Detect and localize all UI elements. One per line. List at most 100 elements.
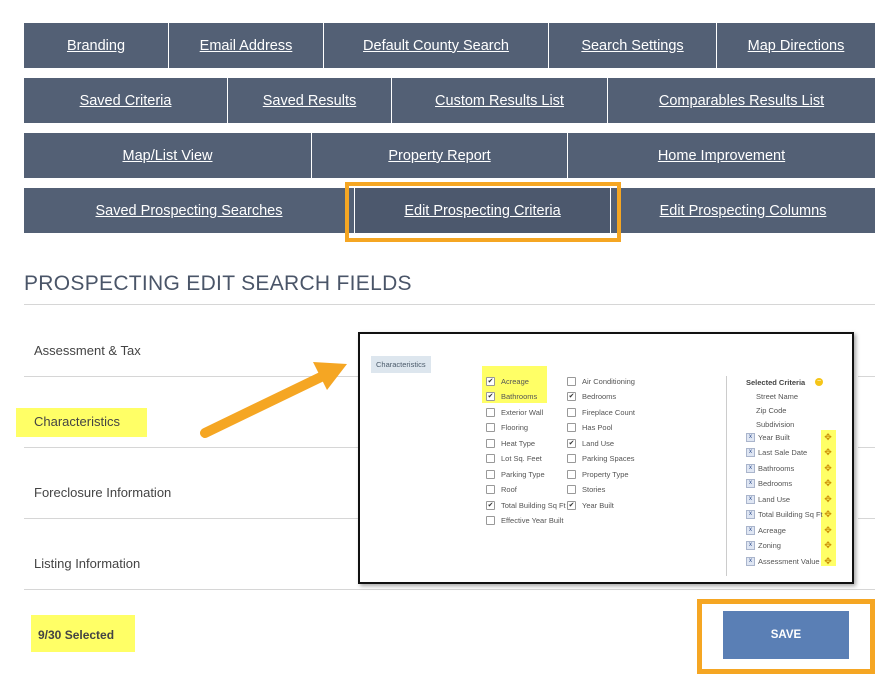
nav-saved-criteria[interactable]: Saved Criteria bbox=[24, 78, 228, 123]
checkbox-icon bbox=[567, 377, 576, 386]
criteria-air-conditioning[interactable]: Air Conditioning bbox=[567, 377, 635, 386]
selected-criteria-title: Selected Criteria bbox=[746, 378, 806, 387]
category-divider bbox=[24, 518, 358, 519]
checkbox-icon: ✔ bbox=[567, 439, 576, 448]
selected-item-bathrooms: x Bathrooms bbox=[746, 464, 794, 473]
selected-item-bedrooms: x Bedrooms bbox=[746, 479, 792, 488]
page-title: PROSPECTING EDIT SEARCH FIELDS bbox=[24, 272, 412, 295]
annotation-arrow-icon bbox=[200, 362, 347, 438]
criteria-parking-type[interactable]: Parking Type bbox=[486, 470, 545, 479]
nav-property-report[interactable]: Property Report bbox=[312, 133, 568, 178]
criteria-roof[interactable]: Roof bbox=[486, 485, 517, 494]
nav-row-2: Saved Criteria Saved Results Custom Resu… bbox=[24, 78, 875, 123]
remove-icon[interactable]: x bbox=[746, 433, 755, 442]
checkbox-icon bbox=[567, 454, 576, 463]
checkbox-icon bbox=[486, 485, 495, 494]
selected-fixed-item: Subdivision bbox=[756, 420, 795, 429]
checkbox-icon bbox=[486, 454, 495, 463]
criteria-heat-type[interactable]: Heat Type bbox=[486, 439, 535, 448]
checkbox-icon bbox=[486, 423, 495, 432]
nav-search-settings[interactable]: Search Settings bbox=[549, 23, 717, 68]
checkbox-icon bbox=[486, 408, 495, 417]
save-button[interactable]: SAVE bbox=[723, 611, 849, 659]
column-divider bbox=[726, 376, 727, 576]
remove-icon[interactable]: x bbox=[746, 479, 755, 488]
nav-edit-prospecting-criteria[interactable]: Edit Prospecting Criteria bbox=[355, 188, 611, 233]
criteria-lot-sq-feet[interactable]: Lot Sq. Feet bbox=[486, 454, 542, 463]
drag-handle-icon[interactable]: ✥ bbox=[823, 524, 833, 536]
category-divider bbox=[858, 376, 875, 377]
nav-map-directions[interactable]: Map Directions bbox=[717, 23, 875, 68]
criteria-parking-spaces[interactable]: Parking Spaces bbox=[567, 454, 635, 463]
selected-item-zoning: x Zoning bbox=[746, 541, 781, 550]
selected-item-acreage: x Acreage bbox=[746, 526, 786, 535]
checkbox-icon bbox=[567, 423, 576, 432]
nav-saved-results[interactable]: Saved Results bbox=[228, 78, 392, 123]
criteria-bathrooms[interactable]: ✔ Bathrooms bbox=[486, 392, 537, 401]
checkbox-icon: ✔ bbox=[486, 377, 495, 386]
selected-item-assessment-value: x Assessment Value bbox=[746, 557, 820, 566]
nav-default-county-search[interactable]: Default County Search bbox=[324, 23, 549, 68]
checkbox-icon: ✔ bbox=[567, 392, 576, 401]
criteria-effective-year-built[interactable]: Effective Year Built bbox=[486, 516, 563, 525]
heading-divider bbox=[24, 304, 875, 305]
remove-icon[interactable]: x bbox=[746, 526, 755, 535]
category-foreclosure-information[interactable]: Foreclosure Information bbox=[34, 485, 171, 500]
drag-handle-icon[interactable]: ✥ bbox=[823, 555, 833, 567]
selected-fixed-item: Zip Code bbox=[756, 406, 787, 415]
criteria-year-built[interactable]: ✔ Year Built bbox=[567, 501, 614, 510]
nav-branding[interactable]: Branding bbox=[24, 23, 169, 68]
category-divider bbox=[858, 447, 875, 448]
nav-email-address[interactable]: Email Address bbox=[169, 23, 324, 68]
remove-icon[interactable]: x bbox=[746, 541, 755, 550]
nav-comparables-results-list[interactable]: Comparables Results List bbox=[608, 78, 875, 123]
nav-home-improvement[interactable]: Home Improvement bbox=[568, 133, 875, 178]
criteria-land-use[interactable]: ✔ Land Use bbox=[567, 439, 614, 448]
criteria-flooring[interactable]: Flooring bbox=[486, 423, 528, 432]
checkbox-icon bbox=[486, 439, 495, 448]
remove-icon[interactable]: x bbox=[746, 464, 755, 473]
nav-saved-prospecting-searches[interactable]: Saved Prospecting Searches bbox=[24, 188, 355, 233]
category-divider bbox=[24, 589, 875, 590]
remove-icon[interactable]: x bbox=[746, 495, 755, 504]
drag-handle-icon[interactable]: ✥ bbox=[823, 508, 833, 520]
drag-handle-icon[interactable]: ✥ bbox=[823, 493, 833, 505]
drag-handle-icon[interactable]: ✥ bbox=[823, 462, 833, 474]
nav-custom-results-list[interactable]: Custom Results List bbox=[392, 78, 608, 123]
checkbox-icon bbox=[567, 485, 576, 494]
remove-icon[interactable]: x bbox=[746, 557, 755, 566]
criteria-acreage[interactable]: ✔ Acreage bbox=[486, 377, 529, 386]
selected-fixed-item: Street Name bbox=[756, 392, 799, 401]
checkbox-icon bbox=[567, 408, 576, 417]
criteria-stories[interactable]: Stories bbox=[567, 485, 605, 494]
checkbox-icon: ✔ bbox=[567, 501, 576, 510]
criteria-has-pool[interactable]: Has Pool bbox=[567, 423, 612, 432]
checkbox-icon bbox=[567, 470, 576, 479]
selected-item-last-sale-date: x Last Sale Date bbox=[746, 448, 807, 457]
nav-row-4: Saved Prospecting Searches Edit Prospect… bbox=[24, 188, 875, 233]
collapse-icon[interactable]: − bbox=[815, 378, 823, 386]
category-listing-information[interactable]: Listing Information bbox=[34, 556, 140, 571]
criteria-exterior-wall[interactable]: Exterior Wall bbox=[486, 408, 543, 417]
category-characteristics[interactable]: Characteristics bbox=[34, 414, 120, 429]
drag-handle-icon[interactable]: ✥ bbox=[823, 431, 833, 443]
nav-row-1: Branding Email Address Default County Se… bbox=[24, 23, 875, 68]
selected-item-land-use: x Land Use bbox=[746, 495, 790, 504]
criteria-total-building-sq-ft[interactable]: ✔ Total Building Sq Ft bbox=[486, 501, 566, 510]
criteria-bedrooms[interactable]: ✔ Bedrooms bbox=[567, 392, 616, 401]
category-divider bbox=[858, 518, 875, 519]
drag-handle-icon[interactable]: ✥ bbox=[823, 539, 833, 551]
remove-icon[interactable]: x bbox=[746, 510, 755, 519]
remove-icon[interactable]: x bbox=[746, 448, 755, 457]
drag-handle-icon[interactable]: ✥ bbox=[823, 477, 833, 489]
nav-edit-prospecting-columns[interactable]: Edit Prospecting Columns bbox=[611, 188, 875, 233]
category-assessment-tax[interactable]: Assessment & Tax bbox=[34, 343, 141, 358]
checkbox-icon: ✔ bbox=[486, 392, 495, 401]
nav-map-list-view[interactable]: Map/List View bbox=[24, 133, 312, 178]
nav-row-3: Map/List View Property Report Home Impro… bbox=[24, 133, 875, 178]
checkbox-icon: ✔ bbox=[486, 501, 495, 510]
category-divider bbox=[24, 447, 358, 448]
drag-handle-icon[interactable]: ✥ bbox=[823, 446, 833, 458]
criteria-property-type[interactable]: Property Type bbox=[567, 470, 629, 479]
criteria-fireplace-count[interactable]: Fireplace Count bbox=[567, 408, 635, 417]
